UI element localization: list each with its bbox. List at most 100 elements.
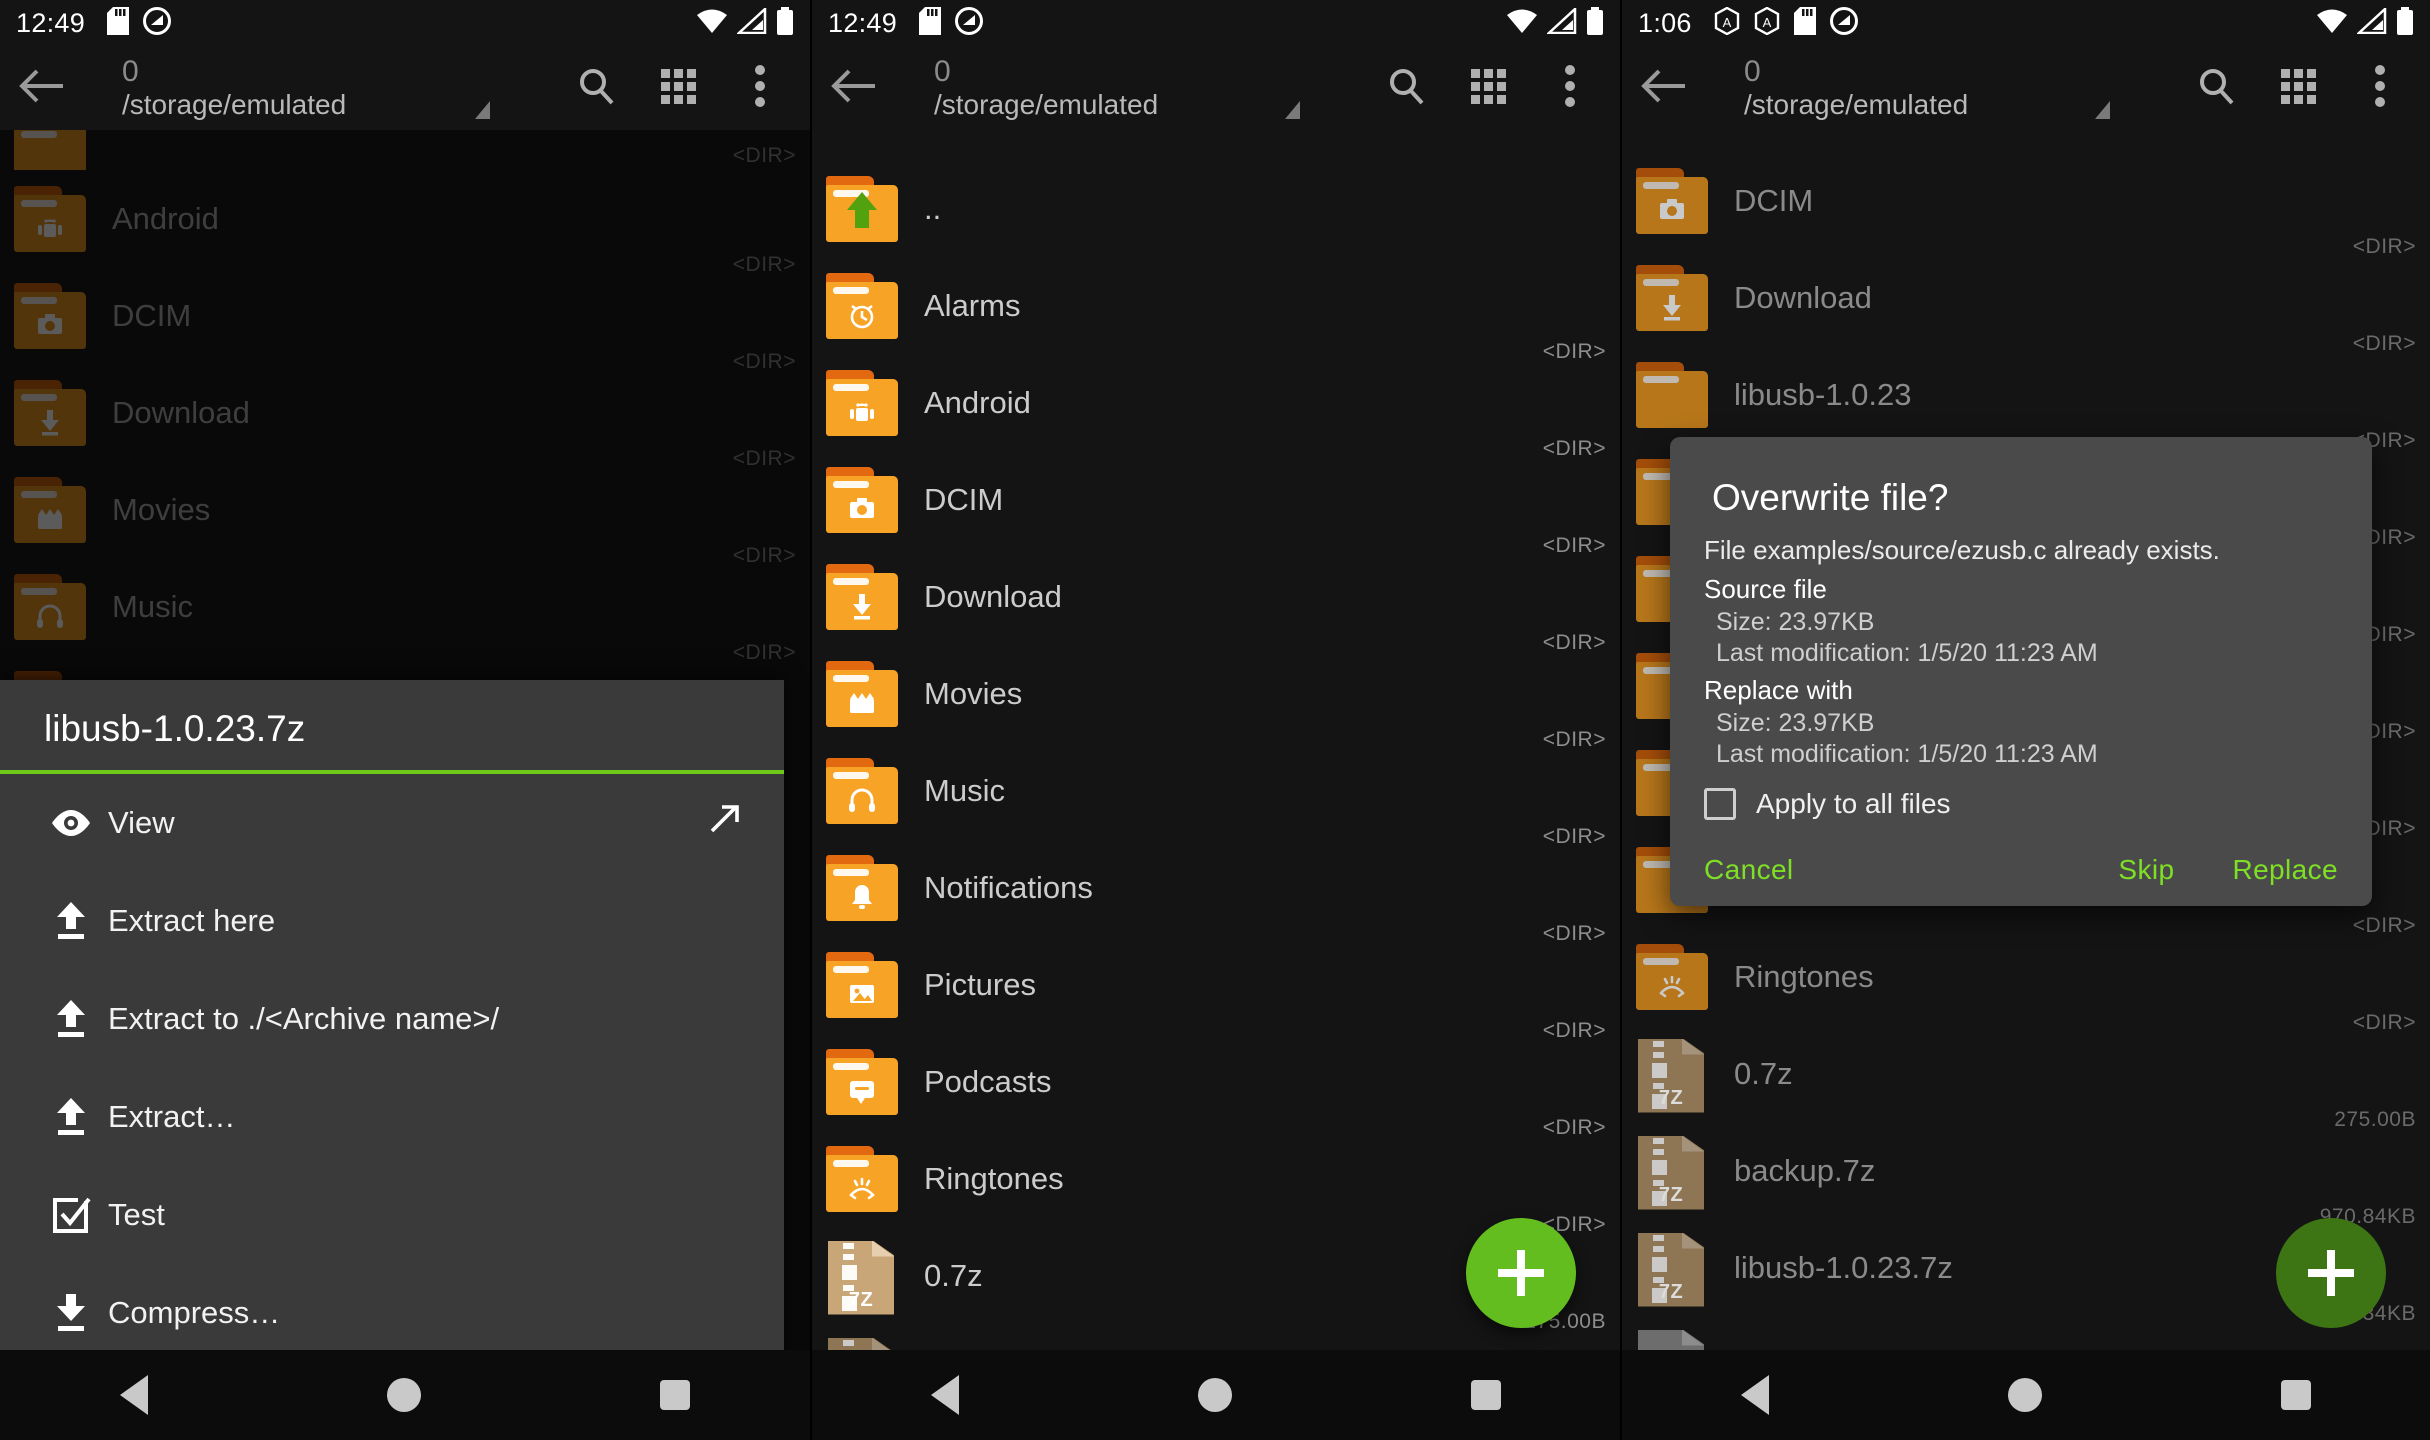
nav-back-icon[interactable] (931, 1375, 960, 1415)
list-item[interactable]: .. (812, 160, 1620, 257)
path-title-block[interactable]: 0 /storage/emulated (84, 55, 560, 121)
nav-recents-icon[interactable] (1470, 1380, 1501, 1410)
nav-home-icon[interactable] (386, 1378, 421, 1412)
overflow-menu-button[interactable] (1534, 52, 1606, 124)
folder-camera-icon (822, 461, 906, 539)
grid-view-icon (1469, 67, 1507, 110)
overflow-menu-icon (2373, 64, 2387, 113)
list-item[interactable]: Ringtones <DIR> (1622, 928, 2430, 1034)
wifi-icon (1506, 8, 1538, 39)
search-button[interactable] (560, 52, 632, 124)
file-name: backup.7z (1734, 1152, 1876, 1188)
folder-icon (1632, 356, 1716, 434)
battery-icon (2396, 6, 2414, 40)
nav-back-icon[interactable] (1741, 1375, 1770, 1415)
grid-view-icon (2279, 67, 2317, 110)
add-floating-action-button[interactable] (2276, 1218, 2386, 1328)
grid-view-button[interactable] (642, 52, 714, 124)
replace-button[interactable]: Replace (2232, 854, 2338, 886)
back-arrow-icon (1641, 67, 1687, 110)
list-item[interactable]: 7Z 0.7z 275.00B (1622, 1025, 2430, 1131)
path-title-block[interactable]: 0 /storage/emulated (896, 55, 1370, 121)
archive-7z-icon: 7Z (1632, 1132, 1716, 1210)
dropdown-caret-icon[interactable] (2095, 101, 2110, 119)
menu-item-test[interactable]: Test (0, 1166, 784, 1264)
app-bar: 0 /storage/emulated (0, 46, 810, 130)
list-item[interactable]: libusb-1.0.23 <DIR> (1622, 346, 2430, 452)
do-not-disturb-icon (1829, 6, 1858, 40)
overflow-menu-button[interactable] (2344, 52, 2416, 124)
folder-ringtones-icon (1632, 938, 1716, 1016)
list-item[interactable]: Movies <DIR> (812, 645, 1620, 751)
grid-view-button[interactable] (2262, 52, 2334, 124)
list-item[interactable]: Podcasts <DIR> (812, 1033, 1620, 1139)
file-name: Android (924, 384, 1031, 420)
file-name: Music (924, 772, 1005, 808)
path-title-block[interactable]: 0 /storage/emulated (1706, 55, 2180, 121)
dialog-message: File examples/source/ezusb.c already exi… (1704, 535, 2220, 565)
list-item[interactable]: Alarms <DIR> (812, 257, 1620, 363)
svg-text:A: A (1762, 15, 1771, 30)
file-name: Podcasts (924, 1063, 1052, 1099)
menu-item-compress[interactable]: Compress… (0, 1264, 784, 1362)
panel-1: 12:49 0 /storage/emulated libusb-1.0.23.… (0, 0, 810, 1440)
list-item[interactable]: Notifications <DIR> (812, 839, 1620, 945)
file-name: Ringtones (924, 1160, 1064, 1196)
overflow-menu-button[interactable] (724, 52, 796, 124)
back-button[interactable] (0, 67, 84, 110)
nav-recents-icon[interactable] (660, 1380, 691, 1410)
search-button[interactable] (2180, 52, 2252, 124)
nav-home-icon[interactable] (2007, 1378, 2042, 1412)
back-button[interactable] (1622, 67, 1706, 110)
list-item[interactable]: DCIM <DIR> (812, 451, 1620, 557)
menu-item-view[interactable]: View (0, 774, 784, 872)
do-not-disturb-icon (143, 6, 172, 40)
add-plus-icon (1498, 1250, 1544, 1296)
list-item[interactable]: Ringtones <DIR> (812, 1130, 1620, 1236)
menu-item-label: Extract… (108, 1099, 236, 1134)
overflow-menu-icon (753, 64, 767, 113)
back-button[interactable] (812, 67, 896, 110)
list-item[interactable]: Music <DIR> (812, 742, 1620, 848)
list-item[interactable]: 7Z backup.7z 970.84KB (1622, 1122, 2430, 1228)
system-navigation-bar (0, 1350, 810, 1440)
extract-up-icon (44, 1096, 98, 1138)
list-item[interactable]: Download <DIR> (812, 548, 1620, 654)
folder-music-icon (822, 752, 906, 830)
search-icon (1386, 66, 1426, 111)
list-item[interactable]: Android <DIR> (812, 354, 1620, 460)
add-floating-action-button[interactable] (1466, 1218, 1576, 1328)
context-menu[interactable]: libusb-1.0.23.7z View Extract here Extra… (0, 680, 784, 1368)
archive-7z-icon: 7Z (1632, 1229, 1716, 1307)
file-name: Download (1734, 279, 1872, 315)
apply-to-all-checkbox[interactable] (1704, 788, 1736, 820)
breadcrumb: /storage/emulated (1744, 89, 1969, 120)
menu-item-extract-to-archive-name[interactable]: Extract to ./<Archive name>/ (0, 970, 784, 1068)
nav-back-icon[interactable] (119, 1375, 148, 1415)
file-name: libusb-1.0.23 (1734, 376, 1912, 412)
list-item[interactable]: Download <DIR> (1622, 249, 2430, 355)
file-name: Ringtones (1734, 958, 1874, 994)
overwrite-file-dialog[interactable]: Overwrite file? File examples/source/ezu… (1670, 437, 2372, 906)
app-bar: 0 /storage/emulated (1622, 46, 2430, 130)
signal-icon (1545, 5, 1577, 39)
signal-icon (735, 5, 767, 39)
sd-card-icon (919, 6, 942, 40)
nav-recents-icon[interactable] (2280, 1380, 2311, 1410)
search-button[interactable] (1370, 52, 1442, 124)
menu-item-extract-here[interactable]: Extract here (0, 872, 784, 970)
skip-button[interactable]: Skip (2118, 854, 2174, 886)
dropdown-caret-icon[interactable] (1285, 101, 1300, 119)
context-menu-title: libusb-1.0.23.7z (0, 680, 784, 774)
list-item[interactable]: Pictures <DIR> (812, 936, 1620, 1042)
dropdown-caret-icon[interactable] (475, 101, 490, 119)
apply-to-all-files-row[interactable]: Apply to all files (1670, 770, 2372, 826)
add-plus-icon (2308, 1250, 2354, 1296)
grid-view-button[interactable] (1452, 52, 1524, 124)
nav-home-icon[interactable] (1197, 1378, 1232, 1412)
menu-item-extract-dialog[interactable]: Extract… (0, 1068, 784, 1166)
file-name: Notifications (924, 869, 1093, 905)
open-external-icon[interactable] (704, 799, 744, 847)
cancel-button[interactable]: Cancel (1704, 854, 1794, 886)
list-item[interactable]: DCIM <DIR> (1622, 152, 2430, 258)
